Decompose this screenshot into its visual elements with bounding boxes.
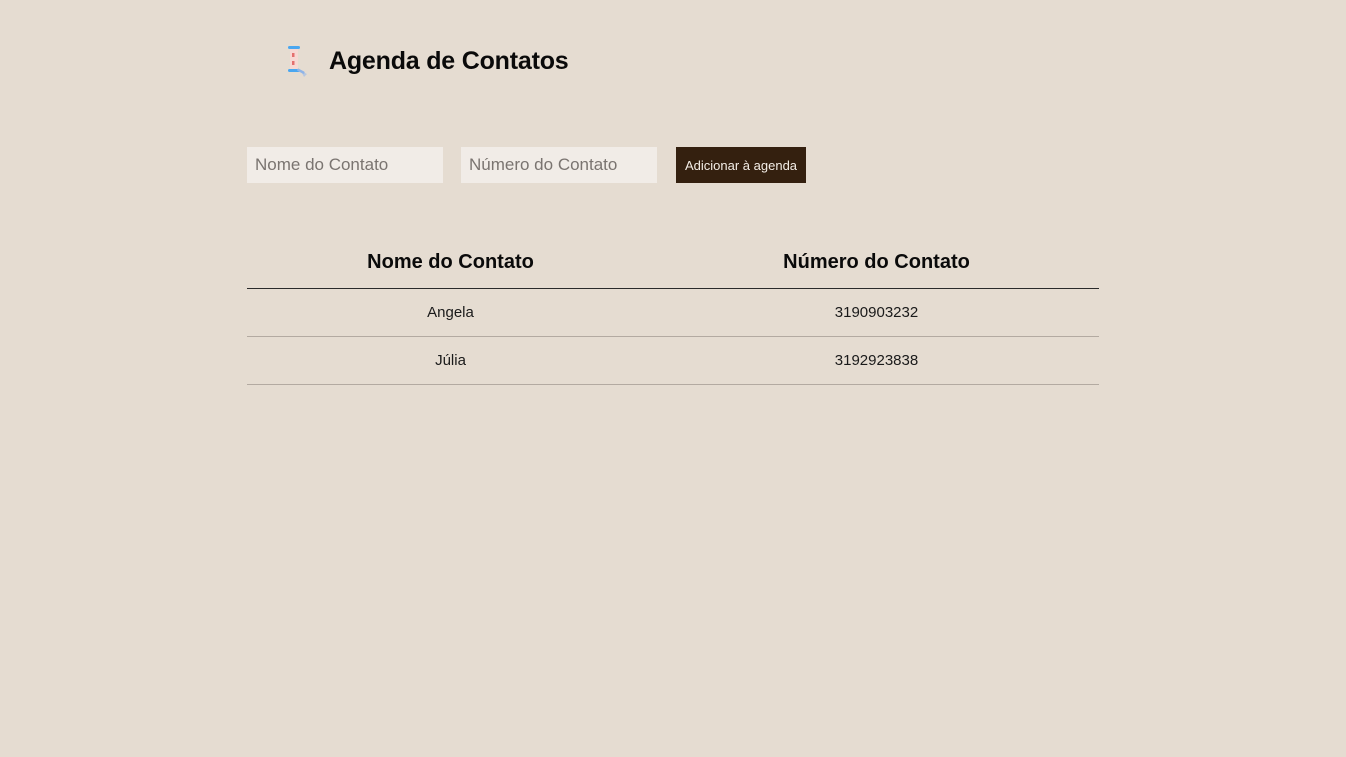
- table-body: Angela 3190903232 Júlia 3192923838: [247, 288, 1099, 385]
- contact-name-input[interactable]: [247, 147, 443, 183]
- page-header: Agenda de Contatos: [283, 40, 569, 82]
- contact-name-cell: Júlia: [247, 336, 654, 385]
- add-contact-form: Adicionar à agenda: [247, 147, 807, 183]
- table-row: Júlia 3192923838: [247, 336, 1099, 385]
- contact-number-cell: 3190903232: [654, 288, 1099, 337]
- contacts-table: Nome do Contato Número do Contato Angela…: [247, 236, 1099, 385]
- page-title: Agenda de Contatos: [329, 46, 569, 75]
- table-row: Angela 3190903232: [247, 288, 1099, 337]
- scroll-icon: [283, 43, 313, 79]
- contact-name-cell: Angela: [247, 288, 654, 337]
- add-to-agenda-button[interactable]: Adicionar à agenda: [676, 147, 807, 183]
- column-header-name: Nome do Contato: [247, 236, 654, 289]
- column-header-number: Número do Contato: [654, 236, 1099, 289]
- contact-number-input[interactable]: [461, 147, 657, 183]
- table-header: Nome do Contato Número do Contato: [247, 236, 1099, 289]
- table-header-row: Nome do Contato Número do Contato: [247, 236, 1099, 289]
- contact-number-cell: 3192923838: [654, 336, 1099, 385]
